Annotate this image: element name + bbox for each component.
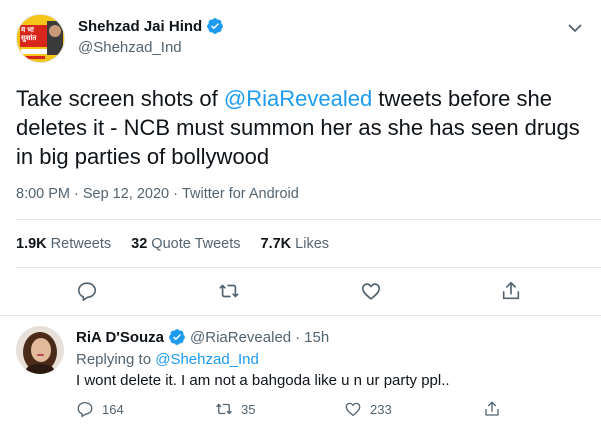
like-icon [345,402,361,417]
reply-display-name[interactable]: RiA D'Souza [76,329,164,346]
reply-icon [77,401,93,418]
tweet-date[interactable]: Sep 12, 2020 [83,186,169,202]
avatar[interactable] [16,326,64,374]
tweet-meta: 8:00 PM · Sep 12, 2020 · Twitter for Android [16,186,299,202]
reply-reply-button[interactable]: 164 [76,400,124,418]
tweet-actions [0,280,601,308]
replying-to: Replying to @Shehzad_Ind [76,351,259,368]
reply-author-row: RiA D'Souza @RiaRevealed · 15h [76,328,329,346]
share-icon[interactable] [500,280,522,302]
main-tweet: मैं भी सुशांत Shehzad Jai Hind @Shehzad_… [0,0,601,315]
verified-badge-icon [169,329,185,345]
retweet-icon[interactable] [218,280,240,302]
replying-to-link[interactable]: @Shehzad_Ind [155,351,259,368]
tweet-text: Take screen shots of @RiaRevealed tweets… [16,84,586,171]
reply-actions: 164 35 233 [76,400,596,422]
author-name-row: Shehzad Jai Hind [78,17,224,35]
author-handle[interactable]: @Shehzad_Ind [78,39,182,56]
retweets-count: 1.9K [16,236,47,252]
mention-link[interactable]: @RiaRevealed [224,86,372,111]
likes-count: 7.7K [260,236,292,252]
display-name[interactable]: Shehzad Jai Hind [78,18,202,35]
avatar[interactable]: मैं भी सुशांत [16,14,65,63]
tweet-source[interactable]: Twitter for Android [182,186,299,202]
retweets-stat[interactable]: 1.9K Retweets [16,236,111,252]
reply-text: I wont delete it. I am not a bahgoda lik… [76,372,450,389]
tweet-time[interactable]: 8:00 PM [16,186,70,202]
like-count: 233 [370,401,392,417]
share-icon [485,401,499,416]
chevron-down-icon[interactable] [567,20,583,36]
quotes-count: 32 [131,236,148,252]
reply-like-button[interactable]: 233 [344,400,392,418]
quotes-stat[interactable]: 32 Quote Tweets [131,236,240,252]
retweet-count: 35 [241,401,256,417]
likes-stat[interactable]: 7.7K Likes [261,236,330,252]
verified-badge-icon [207,18,224,34]
retweet-icon [216,403,232,415]
tweet-text-start: Take screen shots of [16,86,224,111]
reply-handle[interactable]: @RiaRevealed [190,329,291,346]
reply-tweet[interactable]: RiA D'Souza @RiaRevealed · 15h Replying … [0,316,601,430]
likes-label: Likes [295,236,330,252]
reply-separator: · [295,328,301,346]
tweet-stats: 1.9K Retweets 32 Quote Tweets 7.7K Likes [16,236,329,252]
reply-time[interactable]: 15h [304,329,329,346]
divider [16,219,601,220]
avatar-caption: मैं भी सुशांत [21,27,37,42]
replying-prefix: Replying to [76,351,156,368]
retweets-label: Retweets [50,236,112,252]
like-icon[interactable] [360,280,382,302]
quotes-label: Quote Tweets [151,236,241,252]
reply-share-button[interactable] [483,400,501,418]
reply-icon[interactable] [76,280,98,302]
reply-retweet-button[interactable]: 35 [215,400,255,418]
reply-count: 164 [102,401,124,417]
divider [16,267,601,268]
